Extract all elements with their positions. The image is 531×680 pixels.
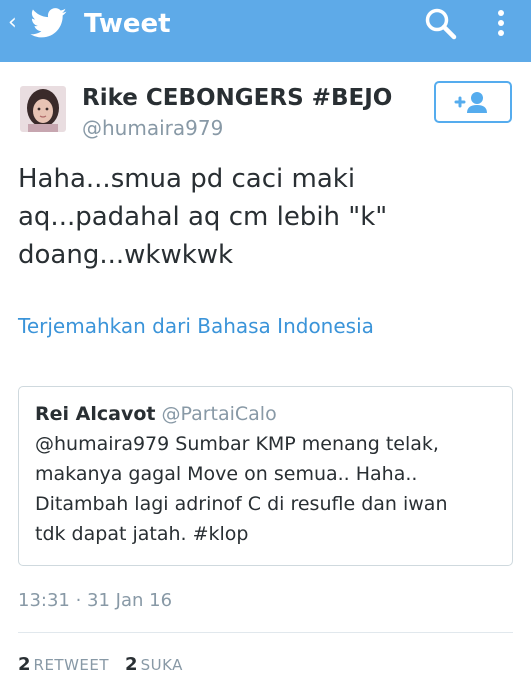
top-app-bar: ‹ Tweet (0, 0, 531, 62)
more-vertical-icon[interactable] (494, 8, 508, 42)
retweet-count: 2 (18, 654, 31, 675)
follow-button[interactable] (434, 81, 512, 123)
quoted-tweet-card[interactable]: Rei Alcavot @PartaiCalo @humaira979 Sumba… (18, 386, 513, 566)
screen-title: Tweet (84, 9, 171, 39)
quoted-author-name: Rei Alcavot (35, 403, 156, 425)
divider (18, 632, 513, 633)
quoted-tweet-text: @humaira979 Sumbar KMP menang telak, mak… (35, 429, 447, 549)
twitter-bird-icon[interactable] (30, 8, 68, 38)
quoted-line: @humaira979 Sumbar KMP menang telak, (35, 433, 439, 455)
avatar[interactable] (20, 86, 66, 132)
add-user-icon (454, 92, 487, 113)
quoted-line: tdk dapat jatah. #klop (35, 523, 249, 545)
like-count: 2 (125, 654, 138, 675)
quoted-line: Ditambah lagi adrinof C di resufle dan i… (35, 493, 448, 515)
quoted-line: makanya gagal Move on semua.. Haha.. (35, 463, 418, 485)
search-icon[interactable] (424, 7, 458, 41)
translate-link[interactable]: Terjemahkan dari Bahasa Indonesia (18, 313, 374, 339)
like-stat[interactable]: 2 SUKA (125, 654, 183, 675)
tweet-timestamp: 13:31 · 31 Jan 16 (18, 590, 173, 611)
chevron-left-icon[interactable]: ‹ (8, 12, 17, 34)
tweet-line: doang...wkwkwk (18, 240, 234, 270)
quoted-author-handle: @PartaiCalo (161, 403, 277, 425)
retweet-label: RETWEET (33, 656, 110, 674)
author-handle[interactable]: @humaira979 (82, 115, 223, 141)
author-display-name[interactable]: Rike CEBONGERS #BEJO (82, 84, 392, 112)
tweet-stats: 2 RETWEET 2 SUKA (18, 654, 183, 676)
tweet-text: Haha...smua pd caci maki aq...padahal aq… (18, 160, 518, 274)
retweet-stat[interactable]: 2 RETWEET (18, 654, 110, 675)
quoted-tweet-header: Rei Alcavot @PartaiCalo (35, 402, 277, 427)
tweet-line: Haha...smua pd caci maki (18, 164, 356, 194)
tweet-line: aq...padahal aq cm lebih "k" (18, 202, 388, 232)
like-label: SUKA (140, 656, 183, 674)
